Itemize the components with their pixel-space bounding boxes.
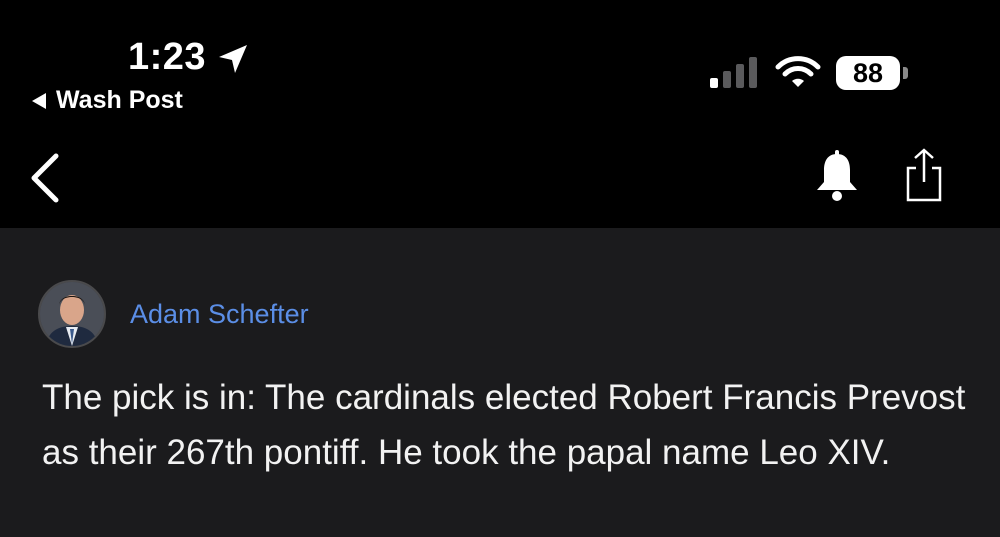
back-app-label: Wash Post — [56, 86, 183, 114]
author-name-link[interactable]: Adam Schefter — [130, 299, 309, 330]
battery-cap — [903, 67, 908, 79]
status-bar: 1:23 Wash Post 88 — [0, 0, 1000, 120]
battery-indicator: 88 — [836, 56, 910, 90]
avatar[interactable] — [38, 280, 106, 348]
back-triangle-icon — [32, 92, 46, 109]
avatar-photo-icon — [40, 282, 104, 346]
share-icon[interactable] — [900, 146, 948, 204]
bell-icon[interactable] — [812, 148, 862, 204]
post-content: Adam Schefter The pick is in: The cardin… — [0, 228, 1000, 537]
wifi-icon — [775, 56, 821, 87]
battery-level: 88 — [836, 56, 900, 90]
back-to-app-link[interactable]: Wash Post — [30, 86, 183, 115]
author-row: Adam Schefter — [38, 280, 309, 348]
chevron-left-icon[interactable] — [26, 152, 66, 204]
cellular-signal-icon — [710, 57, 757, 88]
status-time: 1:23 — [128, 36, 207, 78]
navigation-bar — [0, 120, 1000, 228]
location-arrow-icon — [219, 45, 247, 73]
post-text: The pick is in: The cardinals elected Ro… — [42, 378, 966, 472]
